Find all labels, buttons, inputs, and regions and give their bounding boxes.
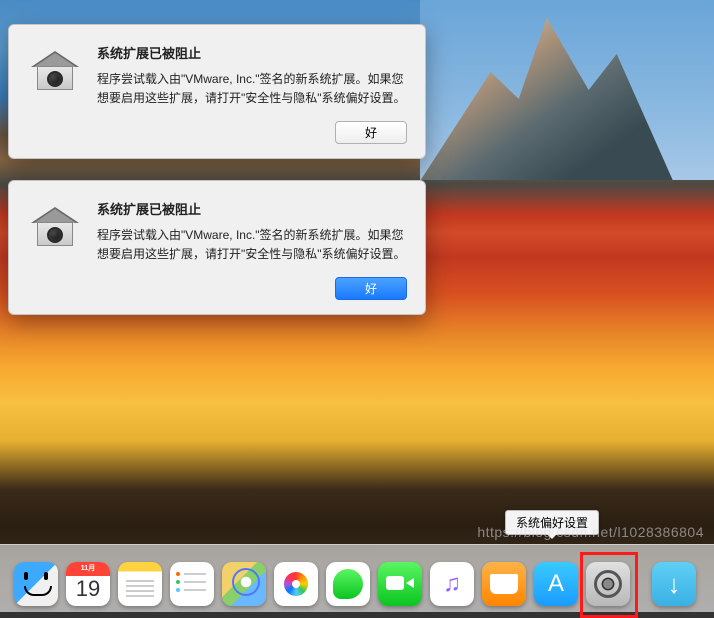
ok-button-primary[interactable]: 好 [335,277,407,300]
dialog-title: 系统扩展已被阻止 [97,43,407,62]
dialog-title: 系统扩展已被阻止 [97,199,407,218]
ibooks-icon[interactable] [482,562,526,606]
system-preferences-icon[interactable] [586,562,630,606]
itunes-icon[interactable] [430,562,474,606]
notes-icon[interactable] [118,562,162,606]
security-house-icon [27,199,83,255]
watermark-text: https://blog.csdn.net/l1028386804 [477,524,704,540]
calendar-month: 11月 [66,563,110,573]
messages-icon[interactable] [326,562,370,606]
dialog-message: 程序尝试载入由"VMware, Inc."签名的新系统扩展。如果您想要启用这些扩… [97,70,407,107]
reminders-icon[interactable] [170,562,214,606]
calendar-icon[interactable]: 11月 19 [66,562,110,606]
calendar-day: 19 [66,576,110,602]
security-house-icon [27,43,83,99]
photos-icon[interactable] [274,562,318,606]
appstore-icon[interactable] [534,562,578,606]
ok-button[interactable]: 好 [335,121,407,144]
maps-icon[interactable] [222,562,266,606]
finder-icon[interactable] [14,562,58,606]
alert-dialog-2: 系统扩展已被阻止 程序尝试载入由"VMware, Inc."签名的新系统扩展。如… [8,180,426,315]
facetime-icon[interactable] [378,562,422,606]
trash-icon[interactable] [704,562,714,606]
downloads-icon[interactable] [652,562,696,606]
dialog-message: 程序尝试载入由"VMware, Inc."签名的新系统扩展。如果您想要启用这些扩… [97,226,407,263]
dock: 11月 19 [14,562,714,606]
alert-dialog-1: 系统扩展已被阻止 程序尝试载入由"VMware, Inc."签名的新系统扩展。如… [8,24,426,159]
